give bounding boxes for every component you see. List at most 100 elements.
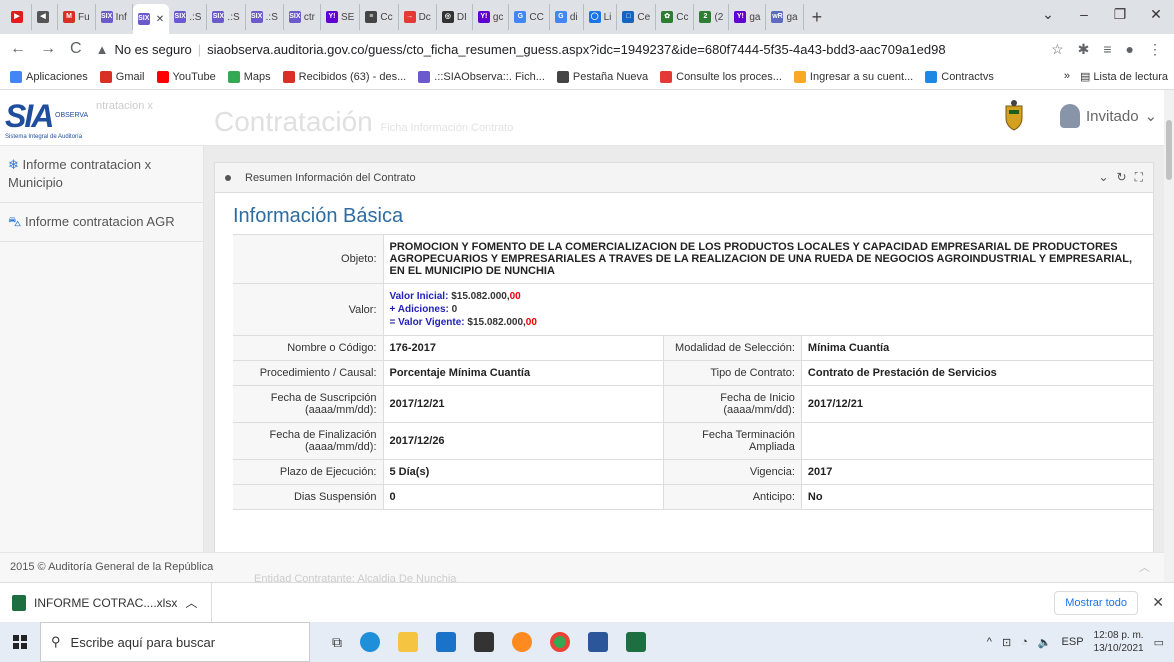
browser-tab[interactable]: SIX ctr bbox=[284, 4, 321, 30]
sia-logo[interactable]: SIA OBSERVA Sistema Integral de Auditorí… bbox=[5, 98, 88, 140]
browser-tab[interactable]: ◎ DI bbox=[437, 4, 473, 30]
browser-tab[interactable]: SIX .:S bbox=[246, 4, 284, 30]
field-value: Porcentaje Mínima Cuantía bbox=[383, 360, 664, 386]
bookmark-item[interactable]: Consulte los proces... bbox=[660, 70, 782, 83]
word-icon[interactable] bbox=[588, 632, 608, 652]
edge-icon[interactable] bbox=[360, 632, 380, 652]
browser-tab[interactable]: Y! gc bbox=[473, 4, 510, 30]
browser-tab[interactable]: SIX Inf bbox=[96, 4, 133, 30]
bookmark-item[interactable]: Aplicaciones bbox=[10, 70, 88, 83]
show-all-button[interactable]: Mostrar todo bbox=[1054, 591, 1138, 615]
field-label: Plazo de Ejecución: bbox=[233, 459, 384, 485]
user-menu[interactable]: Invitado ⌄ bbox=[1060, 104, 1157, 128]
excel-icon[interactable] bbox=[626, 632, 646, 652]
sidebar-item-agr[interactable]: ⛍ Informe contratacion AGR bbox=[0, 203, 203, 242]
start-button[interactable] bbox=[0, 622, 40, 662]
tab-favicon-icon: Y! bbox=[734, 11, 747, 23]
collapse-icon[interactable]: ⌄ bbox=[1098, 170, 1108, 185]
bookmark-star-icon[interactable]: ☆ bbox=[1051, 41, 1064, 58]
scroll-up-icon[interactable]: ︿ bbox=[1139, 559, 1150, 575]
browser-tab[interactable]: SIX .:S bbox=[207, 4, 246, 30]
browser-tab[interactable]: Gdi bbox=[550, 4, 584, 30]
download-item[interactable]: INFORME COTRAC....xlsx ︿ bbox=[12, 582, 213, 623]
browser-tab-strip: ▶ ◀ M Fu SIX Inf SIX ✕ SIX .:S SIX .:S SIX .:S SIX ctr Y… bbox=[0, 0, 1174, 34]
scrollbar-thumb[interactable] bbox=[1166, 120, 1172, 180]
network-icon[interactable]: ⊡ bbox=[1002, 636, 1011, 649]
url-bar[interactable]: ▲ No es seguro | siaobserva.auditoria.go… bbox=[96, 42, 1038, 57]
table-row: Procedimiento / Causal: Porcentaje Mínima… bbox=[233, 360, 1153, 386]
mail-icon[interactable] bbox=[436, 632, 456, 652]
browser-tab[interactable]: wR ga bbox=[766, 4, 804, 30]
gear-icon: ❄ bbox=[8, 157, 19, 172]
minimize-button[interactable]: – bbox=[1066, 0, 1102, 30]
bookmark-item[interactable]: Ingresar a su cuent... bbox=[793, 70, 913, 83]
tab-favicon-icon: ✿ bbox=[661, 11, 674, 23]
browser-tab[interactable]: ✿ Cc bbox=[656, 4, 695, 30]
wifi-icon[interactable]: ◔ bbox=[1021, 636, 1028, 648]
page-scrollbar[interactable] bbox=[1164, 90, 1174, 582]
forward-icon[interactable]: → bbox=[40, 40, 56, 58]
chrome-icon[interactable] bbox=[550, 632, 570, 652]
firefox-icon[interactable] bbox=[512, 632, 532, 652]
sidebar-item-municipio[interactable]: ❄ Informe contratacion x Municipio bbox=[0, 146, 203, 203]
chevron-up-icon[interactable]: ︿ bbox=[185, 594, 197, 611]
more-bookmarks-icon[interactable]: » bbox=[1064, 70, 1070, 83]
browser-tab[interactable]: ◯ Li bbox=[584, 4, 618, 30]
field-label: Anticipo: bbox=[662, 484, 802, 510]
bookmark-item[interactable]: Maps bbox=[227, 70, 271, 83]
notifications-icon[interactable]: ▭ bbox=[1154, 636, 1164, 649]
store-icon[interactable] bbox=[474, 632, 494, 652]
taskbar-search[interactable]: ⚲ Escribe aquí para buscar bbox=[40, 622, 310, 662]
field-label: Modalidad de Selección: bbox=[662, 335, 802, 361]
back-icon[interactable]: ← bbox=[10, 40, 26, 58]
field-value: 0 bbox=[383, 484, 664, 510]
browser-tab[interactable]: ▶ bbox=[6, 4, 32, 30]
refresh-icon[interactable]: ↻ bbox=[1117, 170, 1127, 185]
task-view-icon[interactable]: ⧉ bbox=[332, 634, 342, 651]
reading-mode-icon[interactable]: ≡ bbox=[1103, 41, 1111, 58]
close-window-button[interactable]: ✕ bbox=[1138, 0, 1174, 30]
reading-list-button[interactable]: ▤ Lista de lectura bbox=[1080, 70, 1168, 83]
browser-tab[interactable]: SIX ✕ bbox=[132, 4, 170, 34]
close-icon[interactable]: ✕ bbox=[1152, 594, 1164, 611]
profile-icon[interactable]: ● bbox=[1126, 41, 1134, 58]
browser-tab[interactable]: M Fu bbox=[58, 4, 96, 30]
browser-tab[interactable]: → Dc bbox=[399, 4, 437, 30]
file-explorer-icon[interactable] bbox=[398, 632, 418, 652]
reload-icon[interactable]: C bbox=[70, 40, 82, 58]
browser-tab[interactable]: SIX .:S bbox=[169, 4, 208, 30]
fullscreen-icon[interactable]: ⛶ bbox=[1135, 170, 1143, 185]
browser-tab[interactable]: Y! ga bbox=[729, 4, 767, 30]
ghost-row-label: Entidad Contratante: bbox=[254, 573, 355, 582]
valor-inicial-amount: $15.082.000, bbox=[451, 291, 510, 302]
browser-tab[interactable]: G CC bbox=[509, 4, 550, 30]
bookmark-item[interactable]: Recibidos (63) - des... bbox=[282, 70, 407, 83]
field-value: 2017/12/26 bbox=[383, 422, 664, 460]
browser-tab[interactable]: □ Ce bbox=[617, 4, 657, 30]
close-tab-icon[interactable]: ✕ bbox=[156, 14, 164, 25]
bookmark-label: Recibidos (63) - des... bbox=[298, 70, 407, 83]
tab-search-icon[interactable]: ⌄ bbox=[1030, 0, 1066, 30]
browser-tab[interactable]: ◀ bbox=[32, 4, 58, 30]
restore-button[interactable]: ❐ bbox=[1102, 0, 1138, 30]
browser-tab[interactable]: ≡ Cc bbox=[360, 4, 399, 30]
browser-tab[interactable]: 2 (2 bbox=[694, 4, 730, 30]
warning-icon[interactable]: ▲ bbox=[96, 42, 109, 57]
new-tab-button[interactable]: + bbox=[812, 7, 823, 28]
bookmark-item[interactable]: .::SIAObserva::. Fich... bbox=[418, 70, 545, 83]
menu-icon[interactable]: ⋮ bbox=[1148, 41, 1162, 58]
url-text[interactable]: siaobserva.auditoria.gov.co/guess/cto_fi… bbox=[207, 42, 945, 57]
tray-overflow-icon[interactable]: ^ bbox=[987, 636, 992, 648]
bookmark-item[interactable]: YouTube bbox=[156, 70, 216, 83]
browser-tab[interactable]: Y! SE bbox=[321, 4, 361, 30]
extensions-icon[interactable]: ✱ bbox=[1078, 41, 1090, 58]
bookmark-item[interactable]: Contractvs bbox=[925, 70, 994, 83]
bookmarks-bar: Aplicaciones Gmail YouTube Maps Recibidos (6… bbox=[0, 64, 1174, 90]
bookmark-item[interactable]: Pestaña Nueva bbox=[556, 70, 648, 83]
language-indicator[interactable]: ESP bbox=[1062, 636, 1084, 648]
clock[interactable]: 12:08 p. m. 13/10/2021 bbox=[1094, 629, 1144, 655]
security-warning[interactable]: No es seguro bbox=[114, 42, 191, 57]
volume-icon[interactable]: 🔈 bbox=[1038, 636, 1052, 649]
bookmark-item[interactable]: Gmail bbox=[99, 70, 145, 83]
tab-label: Li bbox=[603, 11, 612, 23]
